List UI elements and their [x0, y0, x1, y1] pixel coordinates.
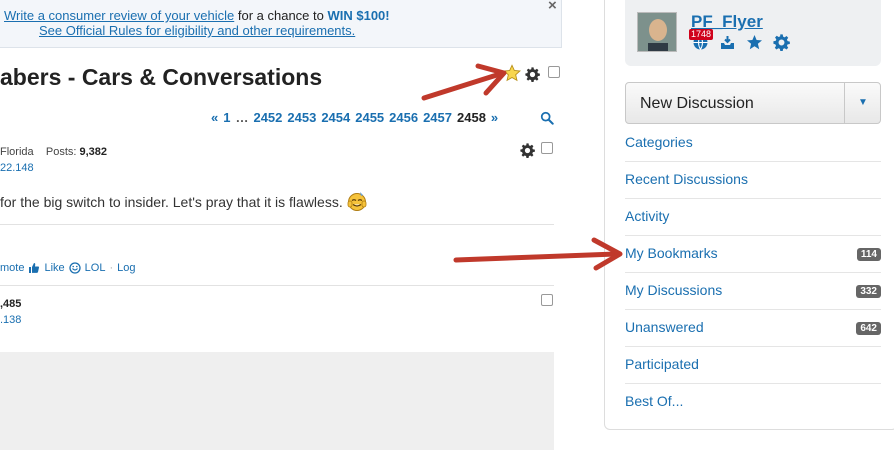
pager: « 1 … 2452 2453 2454 2455 2456 2457 2458 » — [211, 110, 503, 125]
post-checkbox[interactable] — [541, 294, 553, 306]
sidebar-item-my-discussions[interactable]: My Discussions 332 — [625, 273, 881, 310]
count-badge: 114 — [856, 248, 881, 261]
gear-icon[interactable] — [525, 67, 540, 82]
post-author-meta: Florida Posts: 9,382 — [0, 146, 107, 158]
discussion-title: abers - Cars & Conversations — [0, 64, 323, 90]
promote-link[interactable]: mote — [0, 262, 24, 274]
sidebar-item-best-of[interactable]: Best Of... — [625, 384, 881, 421]
annotation-arrow — [421, 63, 507, 101]
pager-first[interactable]: 1 — [223, 110, 230, 125]
sidebar-item-recent-discussions[interactable]: Recent Discussions — [625, 162, 881, 199]
sidebar-item-my-bookmarks[interactable]: My Bookmarks 114 — [625, 236, 881, 273]
count-badge: 642 — [856, 322, 881, 335]
pager-page[interactable]: 2456 — [389, 110, 418, 125]
content-footer — [0, 352, 554, 450]
count-badge: 332 — [856, 285, 881, 298]
pager-prev[interactable]: « — [211, 110, 218, 125]
sidebar-item-label[interactable]: Best Of... — [625, 393, 683, 409]
pager-ellipsis: … — [235, 110, 249, 125]
sidebar-item-label[interactable]: Unanswered — [625, 319, 704, 335]
post-checkbox[interactable] — [541, 142, 553, 154]
new-discussion-label: New Discussion — [640, 95, 754, 112]
smiley-icon[interactable] — [69, 262, 81, 274]
button-divider — [844, 83, 845, 123]
pager-page[interactable]: 2453 — [287, 110, 316, 125]
reaction-separator: · — [109, 262, 114, 274]
notification-badge[interactable]: 1748 — [689, 29, 714, 40]
pager-current: 2458 — [457, 110, 486, 125]
pager-page[interactable]: 2455 — [355, 110, 384, 125]
search-icon[interactable] — [540, 111, 554, 125]
review-link[interactable]: Write a consumer review of your vehicle — [4, 8, 234, 23]
promo-banner: Write a consumer review of your vehicle … — [0, 0, 562, 48]
discussion-checkbox[interactable] — [548, 66, 560, 78]
sidebar-item-label[interactable]: Activity — [625, 208, 669, 224]
promo-line: Write a consumer review of your vehicle … — [4, 8, 390, 23]
like-link[interactable]: Like — [44, 262, 64, 274]
sidebar-item-activity[interactable]: Activity — [625, 199, 881, 236]
gear-icon[interactable] — [520, 143, 535, 158]
lol-link[interactable]: LOL — [85, 262, 106, 274]
bookmark-star-icon[interactable] — [746, 34, 763, 51]
sidebar-item-label[interactable]: Participated — [625, 356, 699, 372]
pager-page[interactable]: 2454 — [321, 110, 350, 125]
sidebar-item-label[interactable]: Categories — [625, 134, 693, 150]
reaction-bar: mote Like LOL · Log — [0, 262, 135, 274]
caret-down-icon[interactable]: ▼ — [858, 97, 868, 108]
log-link[interactable]: Log — [117, 262, 135, 274]
new-discussion-button[interactable]: New Discussion ▼ — [625, 82, 881, 124]
post-body: for the big switch to insider. Let's pra… — [0, 194, 343, 210]
post-location: Florida — [0, 146, 34, 158]
sidebar-item-categories[interactable]: Categories — [625, 125, 881, 162]
close-icon[interactable]: × — [548, 0, 557, 14]
post2-count: ,485 — [0, 298, 22, 310]
sidebar-item-label[interactable]: My Bookmarks — [625, 245, 718, 261]
post-divider — [0, 285, 554, 286]
sidebar-item-participated[interactable]: Participated — [625, 347, 881, 384]
settings-gear-icon[interactable] — [773, 34, 790, 51]
official-rules-link[interactable]: See Official Rules for eligibility and o… — [39, 23, 355, 38]
pager-next[interactable]: » — [491, 110, 498, 125]
avatar[interactable] — [637, 12, 677, 52]
post-ip-link[interactable]: 22.148 — [0, 162, 34, 174]
avatar-image — [638, 13, 676, 51]
pager-page[interactable]: 2457 — [423, 110, 452, 125]
promo-prize: WIN $100! — [327, 8, 390, 23]
thumbs-up-icon[interactable] — [28, 262, 40, 274]
emoji-icon — [347, 192, 367, 211]
posts-label: Posts: — [45, 146, 77, 158]
post2-ip-link[interactable]: .138 — [0, 314, 21, 326]
promo-middle-text: for a chance to — [234, 8, 328, 23]
inbox-icon[interactable] — [719, 34, 736, 51]
sidebar-item-label[interactable]: Recent Discussions — [625, 171, 748, 187]
annotation-arrow — [453, 237, 623, 271]
posts-count: 9,382 — [79, 146, 108, 158]
sidebar-item-label[interactable]: My Discussions — [625, 282, 722, 298]
sidebar-item-unanswered[interactable]: Unanswered 642 — [625, 310, 881, 347]
post-divider — [0, 224, 554, 225]
pager-page[interactable]: 2452 — [253, 110, 282, 125]
